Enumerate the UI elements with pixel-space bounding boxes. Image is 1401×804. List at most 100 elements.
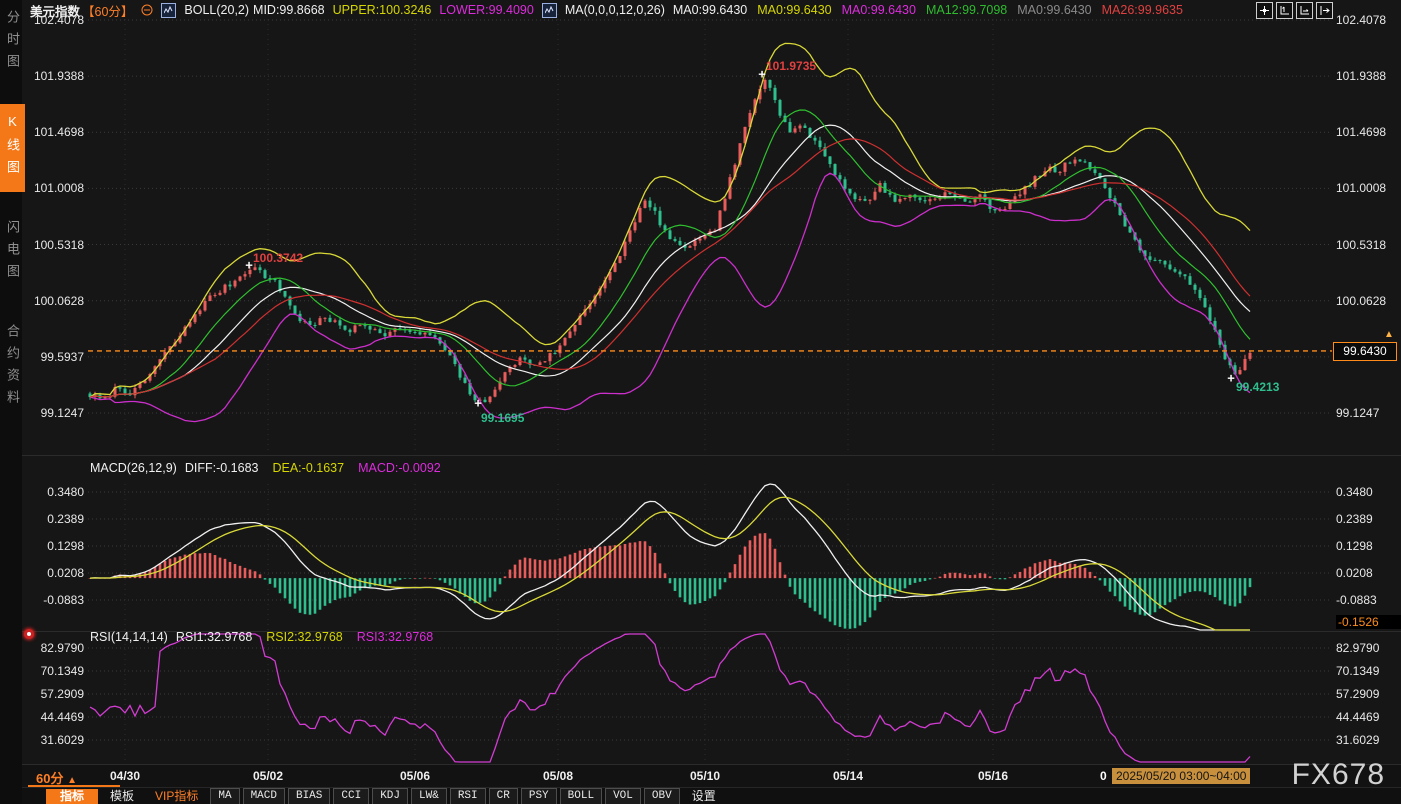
sidebar-item-闪电图[interactable]: 闪电图	[0, 210, 25, 296]
boll-label: BOLL(20,2)	[184, 3, 249, 17]
sidebar-item-分时图[interactable]: 分时图	[0, 0, 25, 86]
rsi-title[interactable]: RSI(14,14,14)	[90, 630, 168, 644]
y-axis-label: 100.0628	[1336, 294, 1398, 308]
y-axis-label: 70.1349	[24, 664, 84, 678]
period-label[interactable]: 【60分】	[82, 1, 133, 20]
y-axis-label: 100.5318	[1336, 238, 1398, 252]
pan-tool-icon[interactable]	[1256, 2, 1273, 19]
indicator-header: 美元指数 【60分】 BOLL(20,2) MID:99.8668 UPPER:…	[30, 0, 1183, 20]
y-axis-label: 44.4469	[24, 710, 84, 724]
y-axis-label: 99.1247	[24, 406, 84, 420]
sidebar-item-合约资料[interactable]: 合约资料	[0, 314, 25, 422]
toolbar-tab-KDJ[interactable]: KDJ	[372, 788, 408, 804]
symbol-title: 美元指数	[30, 1, 80, 20]
ma-indicator-icon[interactable]	[542, 3, 557, 18]
toolbar-tab-VOL[interactable]: VOL	[605, 788, 641, 804]
period-dropdown-icon[interactable]	[141, 4, 153, 16]
y-axis-label: 57.2909	[24, 687, 84, 701]
toolbar-tab-MA[interactable]: MA	[210, 788, 239, 804]
time-axis-row: 60分 ▲ 0 2025/05/20 03:00~04:00 04/3005/0…	[22, 764, 1401, 788]
macd-diff-value: DIFF:-0.1683	[185, 461, 259, 475]
y-axis-label: 31.6029	[24, 733, 84, 747]
trading-app-window: 分时图 K线图闪电图合约资料 美元指数 【60分】 BOLL(20,2) MID:…	[0, 0, 1401, 804]
y-axis-label: 99.5937	[24, 350, 84, 364]
current-price-tag: 99.6430	[1333, 342, 1397, 361]
y-axis-label: 0.2389	[1336, 512, 1398, 526]
y-axis-label: 100.5318	[24, 238, 84, 252]
y-axis-label: 102.4078	[1336, 13, 1398, 27]
date-tick-label: 05/06	[400, 769, 430, 783]
toolbar-tab-BIAS[interactable]: BIAS	[288, 788, 330, 804]
indicator-marker-icon[interactable]	[24, 629, 34, 639]
boll-indicator-icon[interactable]	[161, 3, 176, 18]
y-axis-label: 0.0208	[24, 566, 84, 580]
y-axis-label: 70.1349	[1336, 664, 1398, 678]
toolbar-tab-OBV[interactable]: OBV	[644, 788, 680, 804]
y-axis-label: 44.4469	[1336, 710, 1398, 724]
axis-scale-right-icon[interactable]	[1296, 2, 1313, 19]
rsi1-value: RSI1:32.9768	[176, 630, 252, 644]
y-axis-label: 100.0628	[24, 294, 84, 308]
rsi2-value: RSI2:32.9768	[266, 630, 342, 644]
toolbar-tab-BOLL[interactable]: BOLL	[560, 788, 602, 804]
ma-value: MA0:99.6430	[1017, 3, 1091, 17]
y-axis-label: 101.9388	[24, 69, 84, 83]
ma-value: MA0:99.6430	[842, 3, 916, 17]
boll-mid-value: MID:99.8668	[253, 3, 325, 17]
toolbar-tab-设置[interactable]: 设置	[683, 789, 725, 804]
macd-title[interactable]: MACD(26,12,9)	[90, 461, 177, 475]
y-axis-label: 0.1298	[1336, 539, 1398, 553]
y-axis-label: -0.0883	[1336, 593, 1398, 607]
exit-fullscreen-icon[interactable]	[1316, 2, 1333, 19]
chart-canvas[interactable]	[0, 0, 1401, 804]
toolbar-tab-VIP指标[interactable]: VIP指标	[146, 789, 207, 804]
macd-panel-header: MACD(26,12,9) DIFF:-0.1683 DEA:-0.1637 M…	[90, 461, 441, 475]
toolbar-tab-LW&[interactable]: LW&	[411, 788, 447, 804]
date-tick-label: 05/10	[690, 769, 720, 783]
boll-lower-value: LOWER:99.4090	[439, 3, 534, 17]
y-axis-label: 0.1298	[24, 539, 84, 553]
y-axis-label: 0.2389	[24, 512, 84, 526]
date-tick-label: 04/30	[110, 769, 140, 783]
y-axis-label: 0.3480	[24, 485, 84, 499]
brand-watermark: FX678	[1292, 758, 1385, 792]
price-extreme-label: 100.3742	[253, 251, 303, 265]
rsi3-value: RSI3:32.9768	[357, 630, 433, 644]
current-price-value: 99.6430	[1343, 344, 1386, 358]
toolbar-tab-RSI[interactable]: RSI	[450, 788, 486, 804]
chart-toolbar-icons	[1256, 2, 1333, 19]
date-tick-label: 05/02	[253, 769, 283, 783]
extreme-cross-marker: +	[758, 67, 766, 82]
sidebar-item-K线图[interactable]: K线图	[0, 104, 25, 192]
y-axis-label: 101.4698	[1336, 125, 1398, 139]
y-axis-label: 99.1247	[1336, 406, 1398, 420]
axis-scale-left-icon[interactable]	[1276, 2, 1293, 19]
y-axis-label: 0.3480	[1336, 485, 1398, 499]
y-axis-label: 101.0008	[1336, 181, 1398, 195]
y-axis-label: 31.6029	[1336, 733, 1398, 747]
indicator-toolbar: 指标模板VIP指标MAMACDBIASCCIKDJLW&RSICRPSYBOLL…	[22, 787, 1401, 804]
ma-values: MA0:99.6430 MA0:99.6430 MA0:99.6430 MA12:99…	[673, 3, 1183, 17]
current-bar-time: 2025/05/20 03:00~04:00	[1112, 768, 1250, 784]
y-axis-label: 101.4698	[24, 125, 84, 139]
chart-type-sidebar: 分时图 K线图闪电图合约资料	[0, 0, 22, 804]
toolbar-tab-MACD[interactable]: MACD	[243, 788, 285, 804]
price-up-arrow-icon: ▲	[1384, 329, 1394, 340]
toolbar-tab-PSY[interactable]: PSY	[521, 788, 557, 804]
toolbar-tab-CR[interactable]: CR	[489, 788, 518, 804]
toolbar-tab-指标[interactable]: 指标	[46, 789, 98, 804]
date-tick-label: 05/16	[978, 769, 1008, 783]
ma-value: MA12:99.7098	[926, 3, 1007, 17]
y-axis-label: 101.9388	[1336, 69, 1398, 83]
rsi-panel-header: RSI(14,14,14) RSI1:32.9768 RSI2:32.9768 …	[90, 630, 433, 644]
ma-value: MA0:99.6430	[757, 3, 831, 17]
y-axis-label: 82.9790	[24, 641, 84, 655]
extreme-cross-marker: +	[245, 258, 253, 273]
date-tick-label: 05/14	[833, 769, 863, 783]
y-axis-label: -0.1526	[1336, 615, 1401, 629]
macd-value: MACD:-0.0092	[358, 461, 441, 475]
toolbar-tab-模板[interactable]: 模板	[101, 789, 143, 804]
y-axis-label: 101.0008	[24, 181, 84, 195]
toolbar-tab-CCI[interactable]: CCI	[333, 788, 369, 804]
extreme-cross-marker: +	[474, 396, 482, 411]
